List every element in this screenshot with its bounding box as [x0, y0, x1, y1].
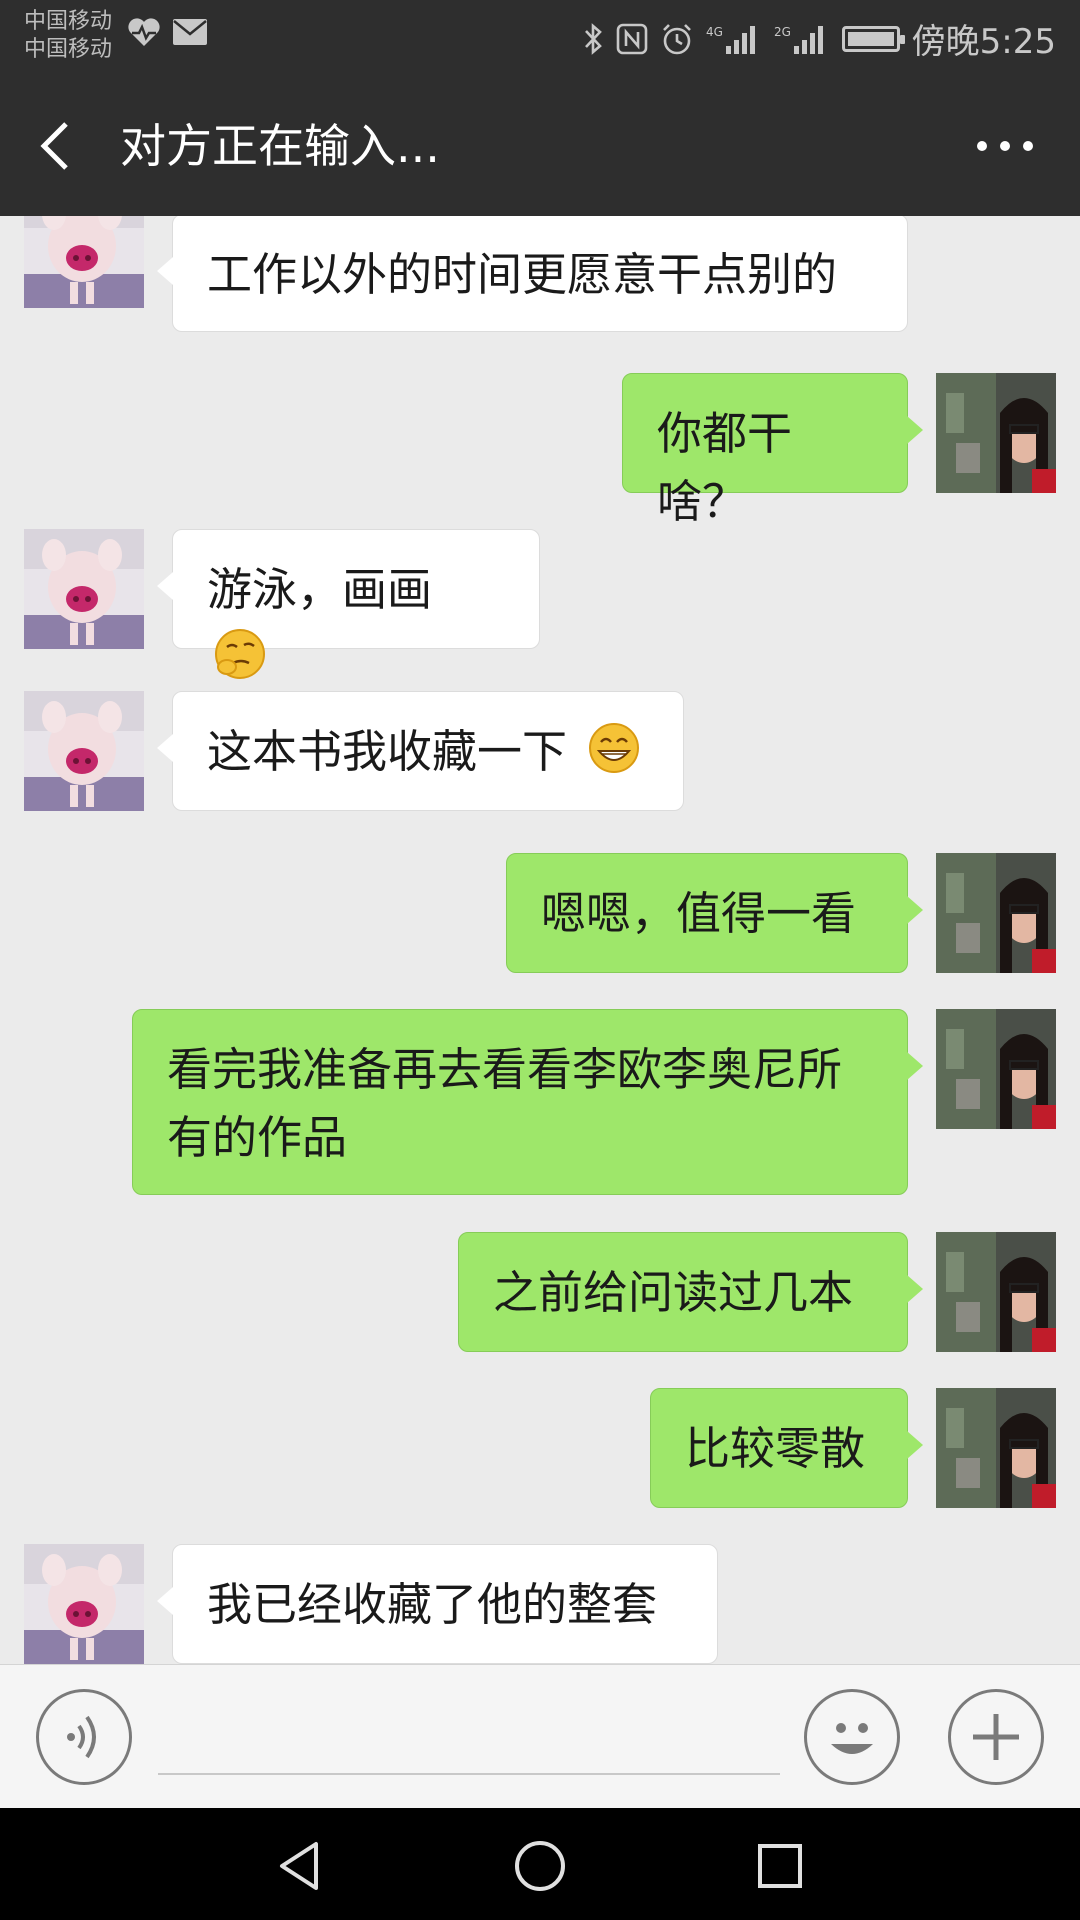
message-text: 之前给问读过几本: [493, 1266, 854, 1319]
message-bubble[interactable]: 比较零散: [650, 1388, 923, 1508]
message-text: 看完我准备再去看看李欧李奥尼所有的作品: [167, 1043, 843, 1164]
page-title: 对方正在输入...: [120, 119, 440, 173]
bluetooth-icon: [584, 22, 602, 55]
message-text: 这本书我收藏一下: [207, 725, 568, 778]
input-bar: [0, 1664, 1080, 1808]
message-text: 我已经收藏了他的整套: [207, 1578, 658, 1631]
voice-icon: [67, 1715, 96, 1759]
message-text: 你都干啥？: [657, 407, 793, 528]
message-list: 工作以外的时间更愿意干点别的 你都干啥？ 游泳，画画 这本书我收藏一下 嗯嗯，值…: [0, 216, 1080, 1664]
signal-4g-icon: 4G: [706, 25, 755, 54]
status-right: 4G 2G 傍晚5:25: [582, 14, 1056, 63]
mail-icon: [173, 19, 207, 45]
more-dots-icon[interactable]: [970, 126, 1040, 166]
message-text: 比较零散: [685, 1422, 866, 1475]
avatar[interactable]: [24, 1544, 144, 1664]
navigation-bar: [0, 1808, 1080, 1920]
recents-square-icon[interactable]: [750, 1836, 810, 1896]
home-circle-icon[interactable]: [510, 1836, 570, 1896]
status-time: 傍晚5:25: [911, 22, 1056, 62]
avatar[interactable]: [936, 853, 1056, 973]
notification-icons: [126, 16, 208, 48]
battery-icon: [841, 25, 905, 52]
heart-rate-icon: [128, 18, 160, 46]
chevron-left-icon[interactable]: [30, 114, 90, 178]
svg-text:4G: 4G: [706, 25, 723, 39]
message-bubble[interactable]: 嗯嗯，值得一看: [506, 853, 923, 973]
chat-header: 对方正在输入...: [0, 76, 1080, 216]
avatar[interactable]: [24, 691, 144, 811]
emoji-button[interactable]: [804, 1689, 900, 1785]
signal-2g-icon: 2G: [774, 25, 823, 54]
thinking-emoji-icon: [215, 629, 265, 679]
message-bubble[interactable]: 之前给问读过几本: [458, 1232, 923, 1352]
message-bubble[interactable]: 我已经收藏了他的整套: [157, 1544, 718, 1664]
alarm-icon: [662, 23, 691, 54]
message-text: 嗯嗯，值得一看: [541, 887, 857, 940]
message-bubble[interactable]: 看完我准备再去看看李欧李奥尼所有的作品: [132, 1009, 923, 1195]
voice-button[interactable]: [36, 1689, 132, 1785]
message-text: 游泳，画画: [207, 563, 433, 616]
status-bar: 中国移动 中国移动 4G 2G 傍晚5:25: [0, 0, 1080, 76]
nfc-icon: [616, 23, 647, 54]
message-input[interactable]: [158, 1705, 780, 1775]
carrier-1: 中国移动: [24, 9, 113, 34]
smiley-icon: [831, 1723, 873, 1754]
svg-text:2G: 2G: [774, 25, 791, 39]
avatar[interactable]: [24, 216, 144, 308]
avatar[interactable]: [936, 373, 1056, 493]
message-bubble[interactable]: 工作以外的时间更愿意干点别的: [157, 216, 908, 332]
message-bubble[interactable]: 你都干啥？: [622, 373, 923, 528]
grin-emoji-icon: [589, 723, 640, 773]
avatar[interactable]: [936, 1009, 1056, 1129]
message-text: 工作以外的时间更愿意干点别的: [207, 248, 838, 301]
add-button[interactable]: [948, 1689, 1044, 1785]
message-bubble[interactable]: 游泳，画画: [157, 529, 540, 679]
message-bubble[interactable]: 这本书我收藏一下: [157, 691, 684, 811]
avatar[interactable]: [936, 1232, 1056, 1352]
avatar[interactable]: [24, 529, 144, 649]
plus-icon: [973, 1714, 1019, 1760]
avatar[interactable]: [936, 1388, 1056, 1508]
carrier-labels: 中国移动 中国移动: [24, 8, 112, 64]
back-triangle-icon[interactable]: [270, 1836, 330, 1896]
carrier-2: 中国移动: [24, 37, 113, 62]
